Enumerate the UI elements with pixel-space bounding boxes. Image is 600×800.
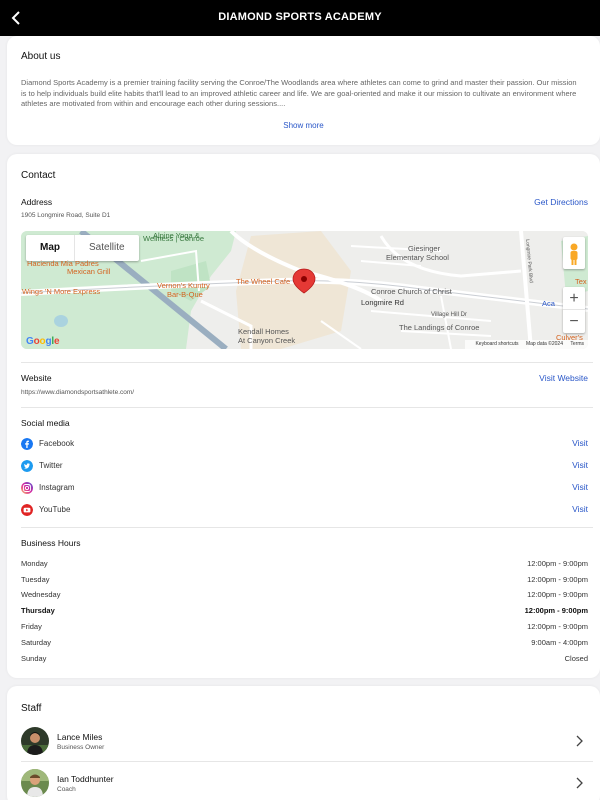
staff-row[interactable]: Ian Toddhunter Coach: [21, 769, 593, 800]
divider: [21, 527, 593, 528]
hours-day: Thursday: [21, 606, 55, 615]
hours-row: Sunday Closed: [21, 654, 588, 666]
hours-day: Monday: [21, 559, 48, 568]
map-label-giesinger: Giesinger: [408, 244, 441, 253]
map-label-kendall: Kendall Homes: [238, 327, 289, 336]
map-tab[interactable]: Map: [26, 235, 74, 261]
hours-time: Closed: [564, 654, 588, 663]
website-url: https://www.diamondsportsathlete.com/: [21, 389, 135, 396]
youtube-visit-link[interactable]: Visit: [572, 504, 588, 514]
hours-time: 12:00pm - 9:00pm: [524, 606, 588, 615]
about-heading: About us: [21, 51, 61, 62]
hours-day: Saturday: [21, 638, 52, 647]
hours-heading: Business Hours: [21, 538, 81, 548]
staff-name: Ian Toddhunter: [57, 774, 114, 784]
divider: [21, 407, 593, 408]
contact-heading: Contact: [21, 170, 56, 181]
zoom-control: + −: [563, 287, 585, 333]
chevron-right-icon: [576, 777, 583, 789]
hours-row: Wednesday 12:00pm - 9:00pm: [21, 590, 588, 602]
map-attribution: Keyboard shortcuts Map data ©2024 Terms: [465, 340, 588, 349]
social-name: Facebook: [39, 439, 75, 448]
about-card: About us Diamond Sports Academy is a pre…: [7, 36, 600, 145]
satellite-tab[interactable]: Satellite: [74, 235, 139, 261]
social-name: YouTube: [39, 505, 71, 514]
facebook-icon: [21, 438, 33, 450]
address-label: Address: [21, 197, 53, 207]
map-data-text: Map data ©2024: [525, 341, 563, 347]
instagram-visit-link[interactable]: Visit: [572, 482, 588, 492]
map-label-tex: Tex: [575, 277, 587, 286]
social-row-youtube: YouTube Visit: [21, 503, 588, 517]
hours-row: Monday 12:00pm - 9:00pm: [21, 559, 588, 571]
social-row-twitter: Twitter Visit: [21, 459, 588, 473]
top-bar: DIAMOND SPORTS ACADEMY: [0, 0, 600, 36]
street-view-button[interactable]: [563, 237, 585, 269]
keyboard-shortcuts-link[interactable]: Keyboard shortcuts: [475, 341, 518, 347]
get-directions-link[interactable]: Get Directions: [534, 197, 588, 207]
visit-website-link[interactable]: Visit Website: [539, 373, 588, 383]
staff-name: Lance Miles: [57, 732, 103, 742]
google-logo: Google: [26, 336, 60, 347]
map-view[interactable]: Map Satellite Alpine Yoga & Wellness | C…: [21, 231, 588, 349]
zoom-out-button[interactable]: −: [563, 310, 585, 333]
map-type-toggle: Map Satellite: [26, 235, 139, 261]
twitter-icon: [21, 460, 33, 472]
hours-time: 12:00pm - 9:00pm: [527, 590, 588, 599]
map-label-village-hill: Village Hill Dr: [431, 312, 467, 318]
divider: [21, 362, 593, 363]
hours-time: 12:00pm - 9:00pm: [527, 575, 588, 584]
zoom-in-button[interactable]: +: [563, 287, 585, 310]
avatar: [21, 727, 49, 755]
avatar: [21, 769, 49, 797]
hours-day: Friday: [21, 622, 42, 631]
terms-link[interactable]: Terms: [570, 341, 584, 347]
map-label-landings: The Landings of Conroe: [399, 323, 480, 332]
social-row-instagram: Instagram Visit: [21, 481, 588, 495]
hours-day: Wednesday: [21, 590, 61, 599]
map-label-wings: Wings 'N More Express: [22, 287, 101, 296]
map-label-longmire-rd: Longmire Rd: [361, 298, 404, 307]
hours-time: 9:00am - 4:00pm: [531, 638, 588, 647]
map-label-wellness: Wellness | Conroe: [143, 234, 205, 243]
staff-role: Coach: [57, 786, 76, 793]
show-more-link[interactable]: Show more: [7, 121, 600, 130]
map-label-elementary: Elementary School: [386, 253, 449, 262]
staff-card: Staff Lance Miles Business Owner Ian Tod…: [7, 686, 600, 800]
page-title: DIAMOND SPORTS ACADEMY: [218, 11, 382, 23]
map-label-wheel-cafe: The Wheel Cafe: [236, 277, 291, 286]
hours-day: Tuesday: [21, 575, 50, 584]
social-row-facebook: Facebook Visit: [21, 437, 588, 451]
hours-row: Saturday 9:00am - 4:00pm: [21, 638, 588, 650]
hours-row: Friday 12:00pm - 9:00pm: [21, 622, 588, 634]
about-text: Diamond Sports Academy is a premier trai…: [21, 78, 577, 108]
facebook-visit-link[interactable]: Visit: [572, 438, 588, 448]
youtube-icon: [21, 504, 33, 516]
map-label-aca: Aca: [542, 299, 555, 308]
hours-time: 12:00pm - 9:00pm: [527, 559, 588, 568]
social-name: Twitter: [39, 461, 63, 470]
twitter-visit-link[interactable]: Visit: [572, 460, 588, 470]
map-label-bbq: Bar-B-Que: [167, 290, 203, 299]
map-label-canyon-creek: At Canyon Creek: [238, 336, 296, 345]
instagram-icon: [21, 482, 33, 494]
staff-role: Business Owner: [57, 744, 105, 751]
address-text: 1905 Longmire Road, Suite D1: [21, 212, 111, 219]
hours-row-today: Thursday 12:00pm - 9:00pm: [21, 606, 588, 618]
contact-card: Contact Address 1905 Longmire Road, Suit…: [7, 154, 600, 678]
hours-day: Sunday: [21, 654, 47, 663]
chevron-right-icon: [576, 735, 583, 747]
map-label-vernons: Vernon's Kuntry: [157, 281, 210, 290]
hours-row: Tuesday 12:00pm - 9:00pm: [21, 575, 588, 587]
pegman-icon: [570, 243, 578, 265]
social-heading: Social media: [21, 418, 70, 428]
map-label-church: Conroe Church of Christ: [371, 287, 452, 296]
website-label: Website: [21, 373, 52, 383]
hours-time: 12:00pm - 9:00pm: [527, 622, 588, 631]
map-label-mexican: Mexican Grill: [67, 267, 111, 276]
divider: [21, 761, 593, 762]
staff-heading: Staff: [21, 703, 42, 714]
social-name: Instagram: [39, 483, 75, 492]
